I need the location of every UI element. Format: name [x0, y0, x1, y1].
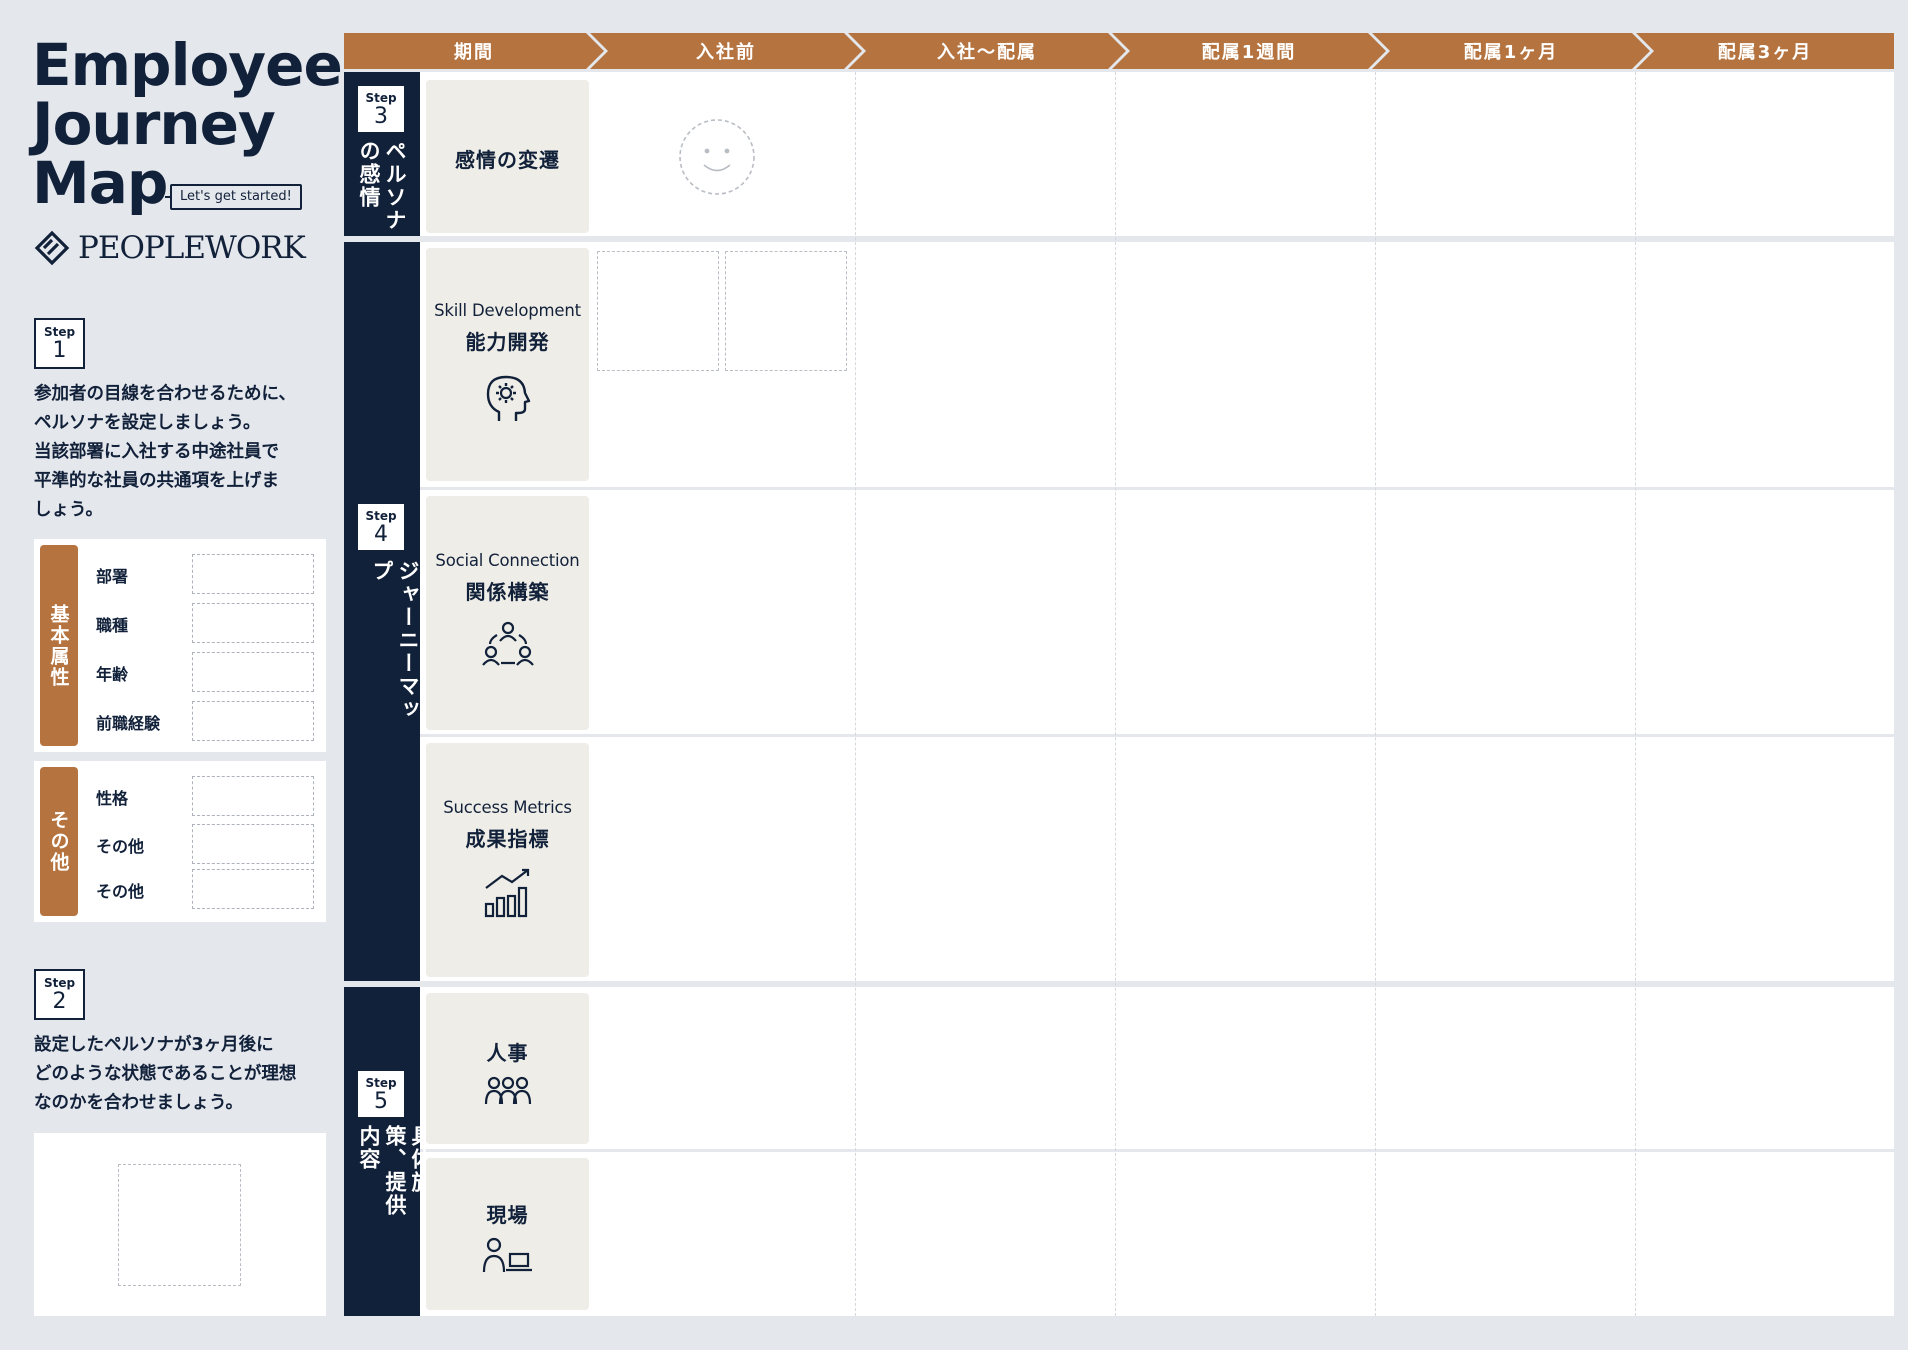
- header-assigned-1-week: 配属1週間: [1112, 33, 1386, 69]
- step3-label: ペルソナの感情: [357, 140, 407, 232]
- row-label-field: 現場: [486, 1203, 529, 1227]
- step1-line: 平準的な社員の共通項を上げま: [34, 471, 279, 491]
- step1-number: 1: [52, 338, 67, 363]
- row-header-success-metrics: Success Metrics 成果指標: [426, 743, 589, 977]
- header-assigned-1-month: 配属1ヶ月: [1372, 33, 1650, 69]
- row-header-hr: 人事: [426, 993, 589, 1144]
- header-joining-to-assignment: 入社〜配属: [848, 33, 1126, 69]
- step5-number: 5: [374, 1089, 388, 1114]
- row-header-skill-development: Skill Development 能力開発: [426, 248, 589, 481]
- row-label-hr: 人事: [486, 1041, 529, 1065]
- title-line-2: Journey: [32, 90, 276, 158]
- row-label-social-en: Social Connection: [435, 551, 580, 570]
- other-field[interactable]: [192, 869, 314, 909]
- column-divider: [1115, 72, 1116, 1316]
- row-header-social-connection: Social Connection 関係構築: [426, 496, 589, 730]
- step5-sidebar: Step 5 具体施策、提供内容: [344, 987, 433, 1316]
- step2-badge: Step 2: [34, 969, 85, 1020]
- step2-line: なのかを合わせましょう。: [34, 1093, 243, 1113]
- attr-label-job-type: 職種: [96, 616, 129, 635]
- row-header-field: 現場: [426, 1158, 589, 1310]
- attr-label-other: その他: [96, 882, 145, 901]
- step1-description: 参加者の目線を合わせるために、 ペルソナを設定しましょう。 当該部署に入社する中…: [34, 380, 296, 525]
- column-divider: [1635, 72, 1636, 1316]
- step4-word: Step: [365, 509, 397, 523]
- step2-number: 2: [52, 989, 67, 1014]
- step3-word: Step: [365, 91, 397, 105]
- step1-word: Step: [43, 325, 76, 339]
- ideal-state-panel: [34, 1133, 326, 1316]
- step3-number: 3: [374, 104, 388, 129]
- other-attributes-panel: その他 性格 その他 その他: [34, 761, 326, 922]
- step4-label: ジャーニーマップ: [370, 560, 420, 721]
- sticky-note-placeholder[interactable]: [725, 251, 847, 371]
- step2-description: 設定したペルソナが3ヶ月後に どのような状態であることが理想 なのかを合わせまし…: [34, 1031, 296, 1118]
- step3-badge: Step 3: [358, 86, 404, 132]
- success-metrics-row: [420, 737, 1894, 981]
- step2-word: Step: [43, 976, 76, 990]
- header-assigned-3-months: 配属3ヶ月: [1636, 33, 1894, 69]
- brand-logo: PEOPLEWORK: [34, 228, 306, 268]
- step4-number: 4: [374, 522, 388, 547]
- basic-attributes-label: 基本属性: [40, 545, 78, 746]
- attr-label-department: 部署: [96, 567, 129, 586]
- personality-field[interactable]: [192, 776, 314, 816]
- step5-badge: Step 5: [358, 1071, 404, 1117]
- group-icon: [484, 1076, 531, 1105]
- job-type-field[interactable]: [192, 603, 314, 643]
- department-field[interactable]: [192, 554, 314, 594]
- row-label-success-jp: 成果指標: [465, 827, 550, 851]
- other-attributes-label: その他: [40, 767, 78, 916]
- header-before-joining: 入社前: [590, 33, 862, 69]
- column-divider: [855, 72, 856, 1316]
- peoplework-logo-icon: [34, 230, 70, 266]
- title-line-1: Employee: [32, 31, 343, 99]
- smiley-face-icon[interactable]: [678, 118, 756, 196]
- row-label-social-jp: 関係構築: [465, 580, 550, 604]
- person-laptop-icon: [482, 1237, 532, 1273]
- step1-badge: Step 1: [34, 318, 85, 369]
- sticky-note-placeholder[interactable]: [597, 251, 719, 371]
- step2-line: 設定したペルソナが3ヶ月後に: [34, 1035, 274, 1055]
- row-label-skill-en: Skill Development: [434, 301, 581, 320]
- period-header: 期間 入社前 入社〜配属 配属1週間 配属1ヶ月 配属3ヶ月: [344, 33, 1894, 69]
- social-connection-row: [420, 490, 1894, 734]
- field-row: [420, 1152, 1894, 1316]
- header-period: 期間: [344, 33, 604, 69]
- emotion-row: [420, 72, 1894, 236]
- ideal-state-note[interactable]: [118, 1164, 241, 1286]
- step1-line: しょう。: [34, 500, 103, 520]
- head-gear-icon: [486, 375, 530, 421]
- step4-badge: Step 4: [358, 504, 404, 550]
- people-network-icon: [481, 621, 534, 666]
- attr-label-age: 年齢: [96, 665, 129, 684]
- step5-word: Step: [365, 1076, 397, 1090]
- prior-experience-field[interactable]: [192, 701, 314, 741]
- tagline-badge: Let's get started!: [170, 184, 302, 210]
- row-header-emotion: 感情の変遷: [426, 80, 589, 233]
- attr-label-prior-experience: 前職経験: [96, 714, 161, 733]
- attr-label-other: その他: [96, 837, 145, 856]
- bar-chart-icon: [484, 868, 529, 918]
- step1-line: 当該部署に入社する中途社員で: [34, 442, 279, 462]
- row-label-skill-jp: 能力開発: [465, 330, 550, 354]
- step3-sidebar: Step 3 ペルソナの感情: [344, 72, 420, 236]
- row-label-success-en: Success Metrics: [443, 798, 572, 817]
- brand-name: PEOPLEWORK: [78, 230, 306, 266]
- hr-row: [420, 987, 1894, 1149]
- basic-attributes-panel: 基本属性 部署 職種 年齢 前職経験: [34, 539, 326, 752]
- step1-line: 参加者の目線を合わせるために、: [34, 384, 296, 404]
- step4-sidebar: Step 4 ジャーニーマップ: [344, 242, 420, 981]
- step2-line: どのような状態であることが理想: [34, 1064, 297, 1084]
- column-divider: [1375, 72, 1376, 1316]
- row-label-emotion: 感情の変遷: [455, 148, 560, 172]
- attr-label-personality: 性格: [96, 789, 129, 808]
- age-field[interactable]: [192, 652, 314, 692]
- step1-line: ペルソナを設定しましょう。: [34, 413, 261, 433]
- other-field[interactable]: [192, 824, 314, 864]
